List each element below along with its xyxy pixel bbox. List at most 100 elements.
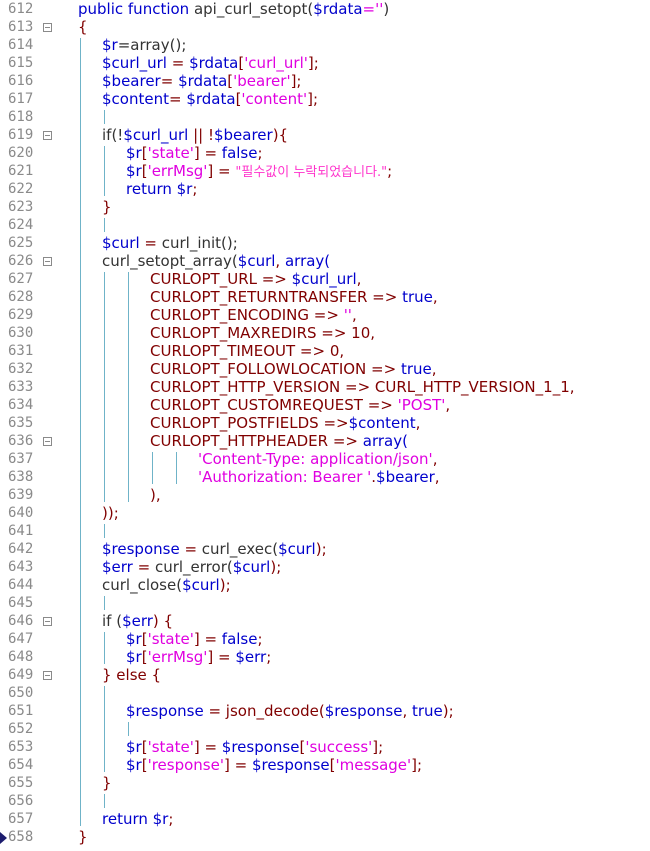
- line-number: 624: [8, 217, 34, 233]
- line-number: 617: [8, 91, 34, 107]
- fold-minus-icon[interactable]: [43, 671, 52, 680]
- fold-minus-icon[interactable]: [43, 257, 52, 266]
- code-text: if ($err) {: [102, 612, 173, 630]
- code-line[interactable]: 636 CURLOPT_HTTPHEADER => array(: [0, 432, 650, 450]
- code-token: CURLOPT_POSTFIELDS =>: [150, 414, 349, 432]
- code-line[interactable]: 617 $content= $rdata['content'];: [0, 90, 650, 108]
- code-token: false: [221, 144, 258, 162]
- code-token: );: [442, 702, 454, 720]
- code-token: $bearer: [102, 72, 161, 90]
- code-line[interactable]: 653 $r['state'] = $response['success'];: [0, 738, 650, 756]
- code-line[interactable]: 646 if ($err) {: [0, 612, 650, 630]
- code-line[interactable]: 635 CURLOPT_POSTFIELDS =>$content,: [0, 414, 650, 432]
- code-line[interactable]: 612 public function api_curl_setopt($rdat…: [0, 0, 650, 18]
- line-number: 649: [8, 667, 34, 683]
- line-number: 620: [8, 145, 34, 161]
- code-line[interactable]: 649} else {: [0, 666, 650, 684]
- code-line[interactable]: 626 curl_setopt_array($curl, array(: [0, 252, 650, 270]
- code-line[interactable]: 623}: [0, 198, 650, 216]
- code-text: if(!$curl_url || !$bearer){: [102, 126, 288, 144]
- line-number: 640: [8, 505, 34, 521]
- code-token: 'curl_url': [244, 54, 308, 72]
- code-line[interactable]: 624: [0, 216, 650, 234]
- code-text: CURLOPT_TIMEOUT => 0,: [150, 342, 344, 360]
- code-line[interactable]: 655}: [0, 774, 650, 792]
- code-text: $r['state'] = $response['success'];: [126, 738, 383, 756]
- code-line[interactable]: 650: [0, 684, 650, 702]
- code-line[interactable]: 627 CURLOPT_URL => $curl_url,: [0, 270, 650, 288]
- code-line[interactable]: 657 return $r;: [0, 810, 650, 828]
- fold-minus-icon[interactable]: [43, 23, 52, 32]
- line-number: 646: [8, 613, 34, 629]
- code-token: {: [78, 18, 88, 36]
- line-number: 634: [8, 397, 34, 413]
- code-token: $response: [251, 756, 330, 774]
- code-token: ,: [431, 360, 437, 378]
- code-line[interactable]: 647 $r['state'] = false;: [0, 630, 650, 648]
- line-number: 657: [8, 811, 34, 827]
- code-line[interactable]: 634 CURLOPT_CUSTOMREQUEST => 'POST',: [0, 396, 650, 414]
- code-token: ];: [307, 90, 319, 108]
- code-line[interactable]: 641: [0, 522, 650, 540]
- line-number: 612: [8, 1, 34, 17]
- code-token: curl_exec(: [201, 540, 279, 558]
- code-line[interactable]: 628 CURLOPT_RETURNTRANSFER => true,: [0, 288, 650, 306]
- code-line[interactable]: 631 CURLOPT_TIMEOUT => 0,: [0, 342, 650, 360]
- fold-minus-icon[interactable]: [43, 131, 52, 140]
- code-token: $bearer: [376, 468, 435, 486]
- line-number: 615: [8, 55, 34, 71]
- code-line[interactable]: 658}: [0, 828, 650, 846]
- code-line[interactable]: 633 CURLOPT_HTTP_VERSION => CURL_HTTP_VER…: [0, 378, 650, 396]
- code-line[interactable]: 648 $r['errMsg'] = $err;: [0, 648, 650, 666]
- code-line[interactable]: 638 'Authorization: Bearer '.$bearer,: [0, 468, 650, 486]
- code-text: curl_setopt_array($curl, array(: [102, 252, 330, 270]
- code-line[interactable]: 629 CURLOPT_ENCODING => '',: [0, 306, 650, 324]
- code-line[interactable]: 656: [0, 792, 650, 810]
- fold-minus-icon[interactable]: [43, 437, 52, 446]
- code-line[interactable]: 620 $r['state'] = false;: [0, 144, 650, 162]
- code-line[interactable]: 625 $curl = curl_init();: [0, 234, 650, 252]
- code-line[interactable]: 651 $response = json_decode($response, tr…: [0, 702, 650, 720]
- code-line[interactable]: 642 $response = curl_exec($curl);: [0, 540, 650, 558]
- code-text: return $r;: [126, 180, 197, 198]
- code-token: 'message': [335, 756, 412, 774]
- code-line[interactable]: 619 if(!$curl_url || !$bearer){: [0, 126, 650, 144]
- code-line[interactable]: 615 $curl_url = $rdata['curl_url'];: [0, 54, 650, 72]
- code-token: public function: [78, 0, 194, 18]
- code-text: $r['state'] = false;: [126, 144, 263, 162]
- breakpoint-arrow-icon[interactable]: [0, 832, 7, 844]
- code-line[interactable]: 616 $bearer= $rdata['bearer'];: [0, 72, 650, 90]
- code-token: ];: [372, 738, 384, 756]
- code-token: =: [139, 234, 162, 252]
- code-token: ;: [257, 144, 263, 162]
- code-editor[interactable]: 612 public function api_curl_setopt($rdat…: [0, 0, 650, 851]
- code-line[interactable]: 643 $err = curl_error($curl);: [0, 558, 650, 576]
- code-token: $r: [126, 630, 142, 648]
- code-line[interactable]: 622 return $r;: [0, 180, 650, 198]
- code-line[interactable]: 618: [0, 108, 650, 126]
- code-text: $r['errMsg'] = $err;: [126, 648, 271, 666]
- code-line[interactable]: 632 CURLOPT_FOLLOWLOCATION => true,: [0, 360, 650, 378]
- code-line[interactable]: 652: [0, 720, 650, 738]
- code-line[interactable]: 640));: [0, 504, 650, 522]
- code-line[interactable]: 637 'Content-Type: application/json',: [0, 450, 650, 468]
- line-number: 618: [8, 109, 34, 125]
- code-line[interactable]: 654 $r['response'] = $response['message']…: [0, 756, 650, 774]
- code-token: 'Content-Type: application/json': [198, 450, 433, 468]
- code-token: $bearer: [213, 126, 273, 144]
- code-line[interactable]: 613 {: [0, 18, 650, 36]
- code-line[interactable]: 614 $r=array();: [0, 36, 650, 54]
- line-number: 639: [8, 487, 34, 503]
- code-token: ] =: [193, 738, 222, 756]
- code-line[interactable]: 621 $r['errMsg'] = "필수값이 누락되었습니다.";: [0, 162, 650, 180]
- line-number: 626: [8, 253, 34, 269]
- fold-minus-icon[interactable]: [43, 617, 52, 626]
- code-line[interactable]: 630 CURLOPT_MAXREDIRS => 10,: [0, 324, 650, 342]
- code-token: $curl: [182, 576, 220, 594]
- code-token: $r: [152, 810, 169, 828]
- code-line[interactable]: 639),: [0, 486, 650, 504]
- code-token: 'errMsg': [147, 648, 208, 666]
- code-token: '': [343, 306, 352, 324]
- code-line[interactable]: 645: [0, 594, 650, 612]
- code-line[interactable]: 644 curl_close($curl);: [0, 576, 650, 594]
